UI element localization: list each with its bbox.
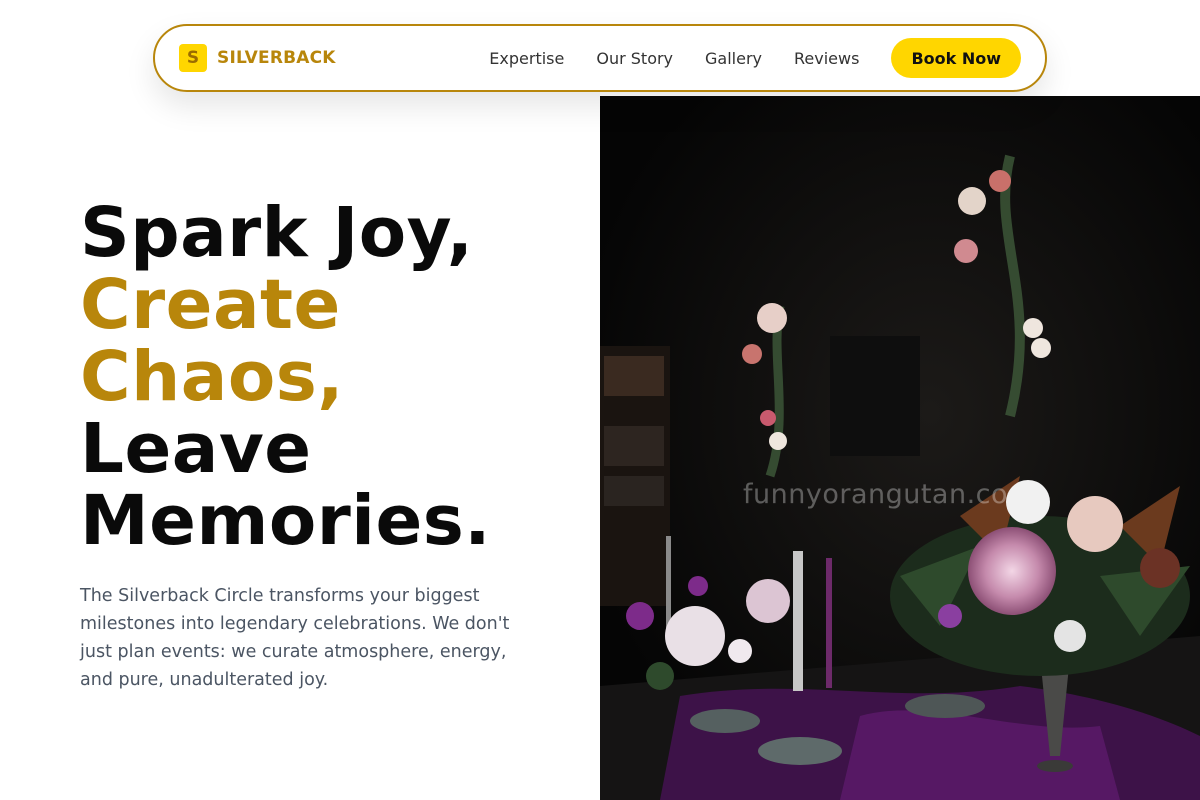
brand-logo[interactable]: S SILVERBACK bbox=[179, 44, 336, 72]
image-watermark: funnyorangutan.co bbox=[743, 479, 1009, 510]
hero-title-line-2: Create bbox=[80, 265, 341, 345]
nav-link-expertise[interactable]: Expertise bbox=[489, 49, 564, 68]
nav-links: Expertise Our Story Gallery Reviews Book… bbox=[489, 38, 1021, 78]
hero-image-floral-table: funnyorangutan.co bbox=[600, 96, 1200, 800]
book-now-button[interactable]: Book Now bbox=[891, 38, 1021, 78]
hero-title-line-3: Chaos, bbox=[80, 337, 345, 417]
page: S SILVERBACK Expertise Our Story Gallery… bbox=[0, 0, 1200, 800]
nav-link-our-story[interactable]: Our Story bbox=[596, 49, 673, 68]
floral-illustration bbox=[600, 96, 1200, 800]
hero-description: The Silverback Circle transforms your bi… bbox=[80, 586, 510, 690]
logo-mark-icon: S bbox=[179, 44, 207, 72]
hero-title-line-5: Memories. bbox=[80, 481, 492, 561]
nav-link-gallery[interactable]: Gallery bbox=[705, 49, 762, 68]
hero-title-line-1: Spark Joy, bbox=[80, 193, 474, 273]
hero-title-line-4: Leave bbox=[80, 409, 312, 489]
hero-title: Spark Joy, Create Chaos, Leave Memories. bbox=[80, 197, 491, 557]
top-navbar: S SILVERBACK Expertise Our Story Gallery… bbox=[153, 24, 1047, 92]
brand-name: SILVERBACK bbox=[217, 48, 336, 68]
nav-link-reviews[interactable]: Reviews bbox=[794, 49, 859, 68]
